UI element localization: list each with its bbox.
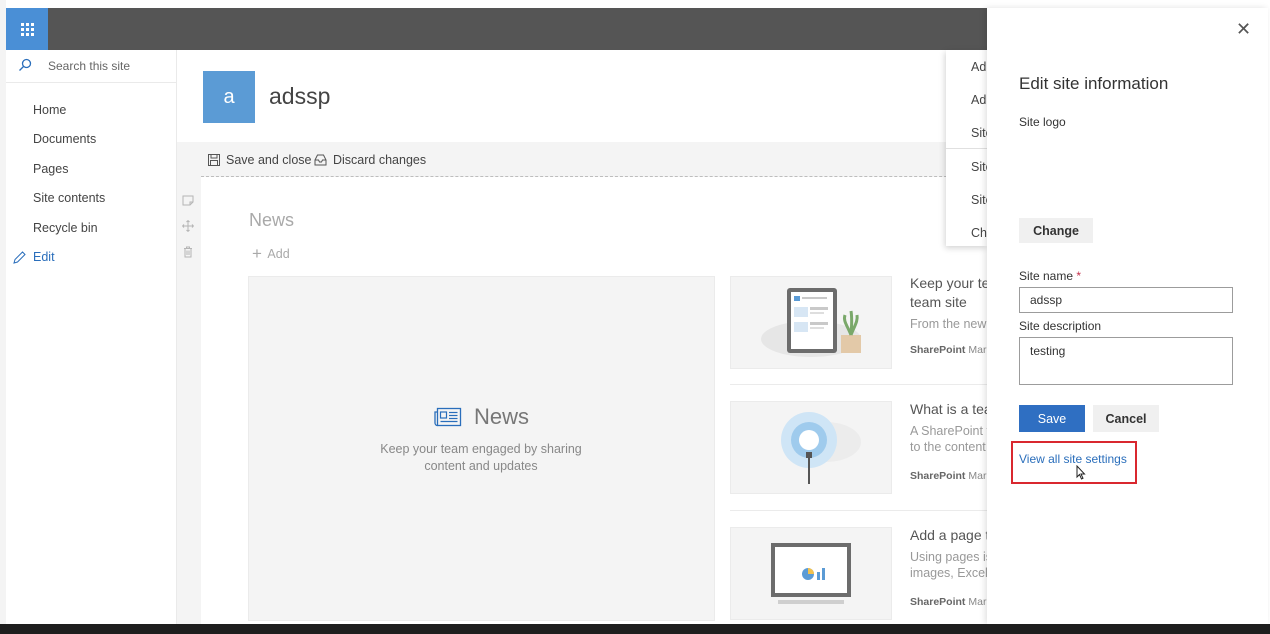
news-card-description: A SharePoint t to the content bbox=[910, 423, 990, 455]
nav-edit-link[interactable]: Edit bbox=[33, 250, 55, 264]
card-divider bbox=[730, 384, 987, 385]
news-card-thumbnail[interactable] bbox=[730, 527, 892, 620]
news-card-title-line: team site bbox=[910, 294, 967, 310]
news-card-thumbnail[interactable] bbox=[730, 276, 892, 369]
edit-webpart-icon[interactable] bbox=[182, 194, 194, 206]
news-placeholder-title: News bbox=[434, 404, 529, 430]
panel-title: Edit site information bbox=[1019, 74, 1169, 93]
settings-menu-item[interactable]: Ad bbox=[971, 60, 986, 74]
nav-item-site-contents[interactable]: Site contents bbox=[33, 191, 105, 205]
window-frame-top bbox=[0, 0, 1270, 8]
tablet-illustration-icon bbox=[761, 288, 861, 357]
edit-site-panel bbox=[987, 8, 1268, 624]
news-card-thumbnail[interactable] bbox=[730, 401, 892, 494]
change-logo-button[interactable]: Change bbox=[1019, 218, 1093, 243]
site-description-textarea[interactable]: testing bbox=[1019, 337, 1233, 385]
card-divider bbox=[730, 510, 987, 511]
move-icon[interactable] bbox=[182, 220, 194, 232]
news-heading: News bbox=[249, 210, 295, 230]
news-card-meta: SharePoint Mar 1 bbox=[910, 596, 995, 608]
window-frame-bottom bbox=[0, 624, 1270, 634]
save-icon bbox=[208, 154, 220, 166]
discard-changes-button[interactable]: Discard changes bbox=[314, 153, 426, 167]
required-marker: * bbox=[1076, 269, 1082, 283]
news-card-meta: SharePoint Mar 1 bbox=[910, 470, 995, 482]
news-card-description: Using pages is images, Excel, bbox=[910, 549, 992, 581]
site-logo: a bbox=[203, 71, 255, 123]
search-input[interactable]: Search this site bbox=[48, 59, 130, 73]
news-card-meta: SharePoint Mar 1 bbox=[910, 344, 995, 356]
settings-menu-item[interactable]: Ch bbox=[971, 226, 987, 240]
discard-changes-label: Discard changes bbox=[333, 153, 427, 167]
news-card-description-line: to the content bbox=[910, 440, 986, 454]
news-placeholder-description: Keep your team engaged by sharing conten… bbox=[380, 442, 582, 473]
suite-bar bbox=[6, 8, 987, 50]
site-title[interactable]: adssp bbox=[269, 83, 330, 110]
news-card-title-line: Keep your te bbox=[910, 275, 990, 291]
search-icon bbox=[19, 58, 32, 71]
news-card-title[interactable]: What is a tea bbox=[910, 400, 992, 419]
news-card-title[interactable]: Keep your te team site bbox=[910, 274, 989, 312]
menu-divider bbox=[946, 148, 987, 149]
lightbulb-illustration-icon bbox=[781, 412, 861, 484]
close-icon[interactable]: ✕ bbox=[1236, 19, 1251, 40]
news-card-author: SharePoint bbox=[910, 344, 966, 356]
news-card-description-line: Using pages is bbox=[910, 550, 992, 564]
site-name-label: Site name * bbox=[1019, 269, 1081, 283]
news-card-description-line: A SharePoint t bbox=[910, 424, 990, 438]
news-card-description: From the new bbox=[910, 317, 987, 331]
nav-item-home[interactable]: Home bbox=[33, 103, 66, 117]
news-placeholder-title-text: News bbox=[474, 404, 530, 429]
site-description-label: Site description bbox=[1019, 319, 1102, 333]
news-add-button[interactable]: + Add bbox=[252, 243, 290, 263]
news-card-title[interactable]: Add a page t bbox=[910, 526, 989, 545]
news-add-label: Add bbox=[267, 247, 290, 261]
discard-icon bbox=[314, 154, 327, 166]
site-logo-label: Site logo bbox=[1019, 115, 1066, 129]
newspaper-icon bbox=[434, 407, 462, 427]
news-card-description-line: images, Excel, bbox=[910, 566, 992, 580]
monitor-illustration-icon bbox=[771, 543, 851, 604]
news-card-author: SharePoint bbox=[910, 470, 966, 482]
delete-icon[interactable] bbox=[182, 246, 194, 258]
mouse-cursor-icon bbox=[1076, 465, 1086, 480]
nav-item-documents[interactable]: Documents bbox=[33, 132, 96, 146]
app-launcher-button[interactable] bbox=[6, 8, 48, 50]
news-card-author: SharePoint bbox=[910, 596, 966, 608]
view-all-site-settings-link[interactable]: View all site settings bbox=[1019, 452, 1127, 466]
waffle-icon bbox=[20, 22, 34, 36]
save-button[interactable]: Save bbox=[1019, 405, 1085, 432]
cancel-button[interactable]: Cancel bbox=[1093, 405, 1159, 432]
site-name-label-text: Site name bbox=[1019, 269, 1074, 283]
settings-menu-item[interactable]: Ad bbox=[971, 93, 986, 107]
add-icon: + bbox=[252, 244, 262, 263]
nav-item-recycle-bin[interactable]: Recycle bin bbox=[33, 221, 98, 235]
pencil-icon bbox=[13, 251, 26, 264]
site-name-input[interactable]: adssp bbox=[1019, 287, 1233, 313]
nav-item-pages[interactable]: Pages bbox=[33, 162, 68, 176]
save-and-close-label: Save and close bbox=[226, 153, 312, 167]
save-and-close-button[interactable]: Save and close bbox=[208, 153, 311, 167]
